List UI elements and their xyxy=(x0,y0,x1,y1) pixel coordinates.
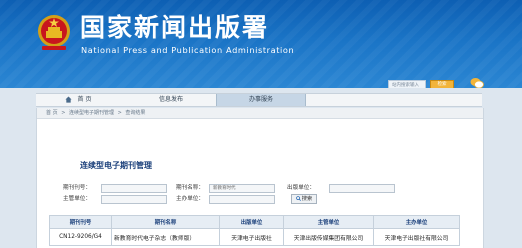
breadcrumb-separator: > xyxy=(61,110,66,116)
supervisor-label: 主管单位： xyxy=(63,196,91,202)
issn-label: 期刊刊号： xyxy=(63,185,91,191)
breadcrumb-home[interactable]: 首 页 xyxy=(46,110,58,116)
cell-publisher: 天津电子出版社 xyxy=(219,228,284,246)
site-header: 国家新闻出版署 National Press and Publication A… xyxy=(0,0,522,88)
journal-name-input[interactable]: 新教育时代 xyxy=(209,184,275,193)
results-table: 期刊刊号 期刊名称 出版单位 主管单位 主办单位 CN12-9206/G4 新教… xyxy=(49,215,460,246)
table-row[interactable]: CN12-9206/G4 新教育时代电子杂志（教师版） 天津电子出版社 天津出版… xyxy=(49,228,460,246)
journal-name-label: 期刊名称： xyxy=(176,185,204,191)
site-search-input[interactable]: 站内搜索输入 xyxy=(388,80,426,88)
cell-supervisor: 天津出版传媒集团有限公司 xyxy=(283,228,374,246)
search-icon xyxy=(296,196,301,201)
site-search-button[interactable]: 检索 xyxy=(430,80,454,88)
breadcrumb-separator: > xyxy=(117,110,122,116)
issn-input[interactable] xyxy=(101,184,167,193)
publisher-label: 出版单位： xyxy=(287,185,315,191)
col-publisher: 出版单位 xyxy=(219,215,284,229)
col-sponsor: 主办单位 xyxy=(373,215,460,229)
nav-home-label: 首 页 xyxy=(77,96,92,103)
sponsor-input[interactable] xyxy=(209,195,275,204)
nav-services[interactable]: 办事服务 xyxy=(216,94,306,106)
nav-info-release[interactable]: 信息发布 xyxy=(146,94,196,106)
query-button-label: 搜索 xyxy=(301,196,313,202)
main-content: 首 页 > 连续型电子期刊管理 > 查询结果 连续型电子期刊管理 期刊刊号： 期… xyxy=(36,108,484,248)
section-title: 连续型电子期刊管理 xyxy=(80,161,152,170)
site-title: 国家新闻出版署 xyxy=(80,13,270,42)
sponsor-label: 主办单位： xyxy=(176,196,204,202)
cell-sponsor: 天津电子出版社有限公司 xyxy=(373,228,460,246)
home-icon xyxy=(64,96,72,103)
main-nav: 首 页 信息发布 办事服务 xyxy=(36,93,482,107)
breadcrumb-current: 查询结果 xyxy=(125,110,146,116)
site-subtitle: National Press and Publication Administr… xyxy=(81,45,295,55)
breadcrumb: 首 页 > 连续型电子期刊管理 > 查询结果 xyxy=(37,108,483,119)
supervisor-input[interactable] xyxy=(101,195,167,204)
cell-issn: CN12-9206/G4 xyxy=(49,228,112,246)
publisher-input[interactable] xyxy=(329,184,395,193)
col-supervisor: 主管单位 xyxy=(283,215,374,229)
col-issn: 期刊刊号 xyxy=(49,215,112,229)
cell-journal-name[interactable]: 新教育时代电子杂志（教师版） xyxy=(111,228,220,246)
col-journal-name: 期刊名称 xyxy=(111,215,220,229)
query-button[interactable]: 搜索 xyxy=(291,194,317,204)
table-header-row: 期刊刊号 期刊名称 出版单位 主管单位 主办单位 xyxy=(49,215,460,229)
nav-home[interactable]: 首 页 xyxy=(58,94,98,106)
breadcrumb-journal-mgmt[interactable]: 连续型电子期刊管理 xyxy=(69,110,114,116)
chat-bubbles-icon[interactable] xyxy=(470,76,484,88)
national-emblem-icon xyxy=(38,15,70,50)
